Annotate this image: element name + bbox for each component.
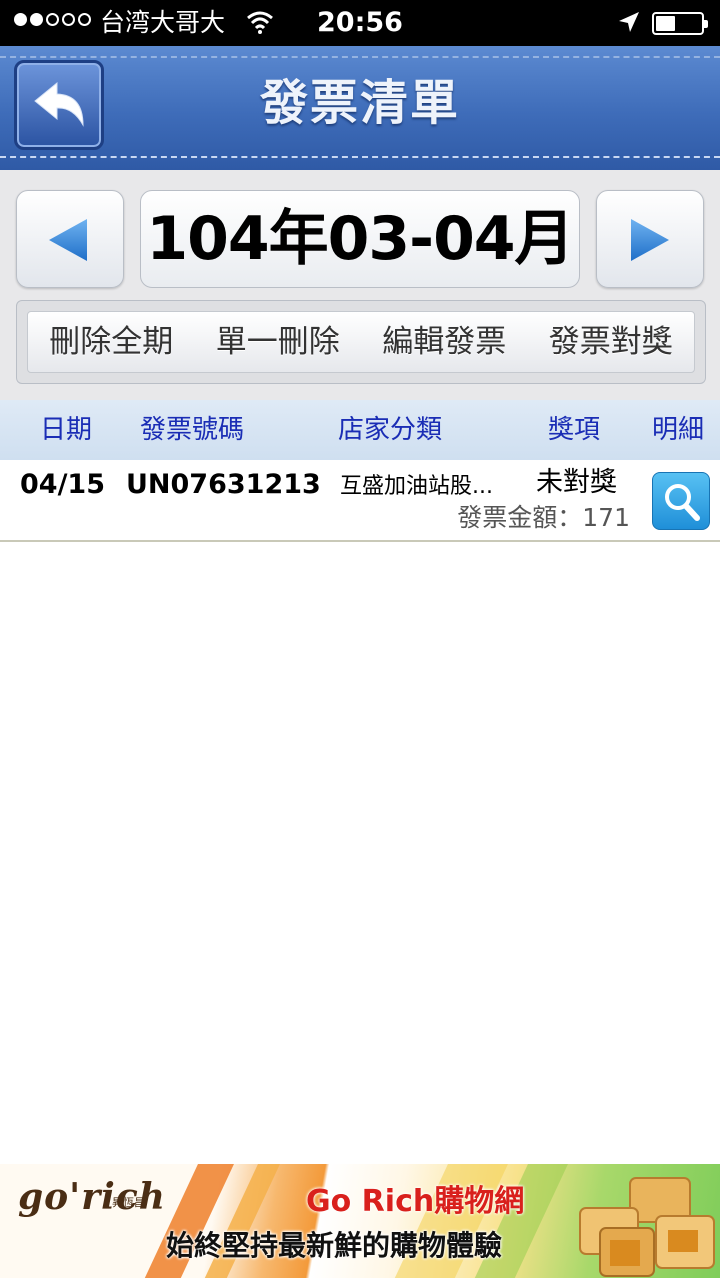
triangle-left-icon — [49, 219, 87, 261]
previous-period-button[interactable] — [16, 190, 124, 288]
back-arrow-icon — [34, 81, 84, 127]
row-store-name: 互盛加油站股... — [340, 474, 493, 499]
page-title: 發票清單 — [259, 75, 460, 131]
action-toolbar: 刪除全期 單一刪除 編輯發票 發票對獎 — [16, 300, 706, 384]
triangle-right-icon — [631, 219, 669, 261]
magnifier-icon — [665, 484, 700, 521]
row-prize-status: 未對獎 — [536, 467, 617, 498]
row-date: 04/15 — [20, 469, 106, 500]
column-store-category: 店家分類 — [338, 415, 443, 445]
ad-logo-subtitle: 昇恆昌 — [112, 1196, 145, 1209]
view-detail-button[interactable] — [652, 472, 710, 530]
title-bar: 發票清單 — [0, 46, 720, 170]
back-button[interactable] — [14, 60, 104, 150]
period-label: 104年03-04月 — [140, 190, 580, 288]
location-arrow-icon — [619, 12, 639, 32]
row-invoice-amount: 發票金額：171 — [457, 503, 630, 532]
advertisement-banner[interactable]: go'rich 昇恆昌 Go Rich購物網 始終堅持最新鮮的購物體驗 — [0, 1164, 720, 1278]
header-stitch-decoration — [0, 56, 720, 58]
delete-all-period-button[interactable]: 刪除全期 — [28, 312, 195, 372]
next-period-button[interactable] — [596, 190, 704, 288]
status-bar: 台湾大哥大 20:56 — [0, 0, 720, 46]
edit-invoice-button[interactable]: 編輯發票 — [361, 312, 528, 372]
table-header: 日期 發票號碼 店家分類 獎項 明細 — [0, 400, 720, 460]
ad-slogan: 始終堅持最新鮮的購物體驗 — [166, 1229, 503, 1262]
check-prize-button[interactable]: 發票對獎 — [528, 312, 695, 372]
header-stitch-decoration — [0, 156, 720, 158]
column-prize: 獎項 — [548, 415, 601, 445]
row-invoice-number: UN07631213 — [126, 469, 321, 500]
period-navigator: 104年03-04月 刪除全期 單一刪除 編輯發票 發票對獎 — [0, 170, 720, 400]
column-date: 日期 — [40, 415, 93, 445]
status-time: 20:56 — [317, 7, 403, 38]
battery-icon — [652, 12, 708, 35]
column-detail: 明細 — [652, 415, 705, 445]
column-invoice-number: 發票號碼 — [140, 415, 245, 445]
table-row[interactable]: 04/15 UN07631213 互盛加油站股... 未對獎 發票金額：171 — [0, 460, 720, 542]
ad-title: Go Rich購物網 — [306, 1184, 525, 1219]
pineapple-cake-image — [579, 1177, 715, 1277]
delete-single-button[interactable]: 單一刪除 — [195, 312, 362, 372]
